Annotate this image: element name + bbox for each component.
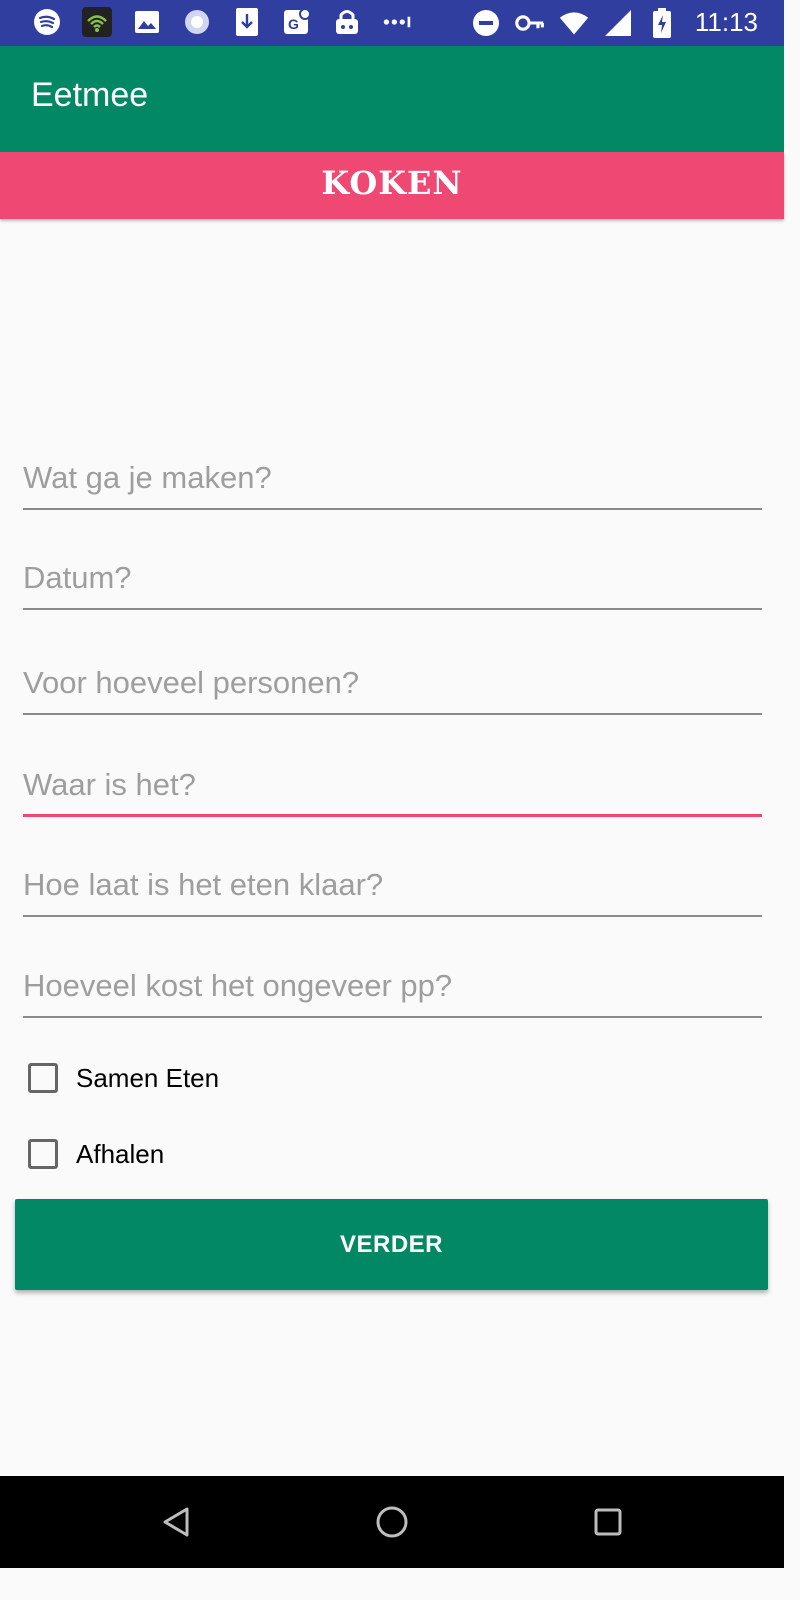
app-title: Eetmee [31,76,149,114]
wifi-app-icon [82,7,112,37]
field-underline-focused [23,814,762,817]
ready-time-field[interactable] [23,857,762,917]
location-input[interactable] [23,757,762,813]
price-input[interactable] [23,958,762,1014]
maps-icon: G [282,7,312,37]
section-banner: KOKEN [0,152,784,219]
location-field[interactable] [23,757,762,817]
date-input[interactable] [23,550,762,606]
svg-text:G: G [288,16,299,32]
status-bar: G 11:13 [0,0,784,46]
afhalen-checkbox[interactable] [28,1139,58,1169]
field-underline [23,1016,762,1018]
banner-title: KOKEN [321,164,463,202]
status-time: 11:13 [694,7,758,37]
date-field[interactable] [23,550,762,610]
afhalen-option[interactable]: Afhalen [28,1134,164,1174]
app-bar: Eetmee [0,46,784,152]
ready-time-input[interactable] [23,857,762,913]
image-icon [132,7,162,37]
spotify-icon [32,7,62,37]
samen-eten-label: Samen Eten [76,1062,220,1093]
navigation-bar [0,1476,784,1568]
dish-field[interactable] [23,450,762,510]
recents-icon[interactable] [586,1500,630,1544]
next-button[interactable]: VERDER [15,1199,768,1290]
system-status-icons: 11:13 [471,7,758,38]
more-dots-icon [382,7,412,37]
key-icon [515,8,545,38]
notification-icons: G [32,7,412,37]
afhalen-label: Afhalen [76,1138,165,1169]
wifi-icon [559,8,589,38]
sync-icon [182,7,212,37]
price-field[interactable] [23,958,762,1018]
signal-icon [603,8,633,38]
samen-eten-checkbox[interactable] [28,1063,58,1093]
field-underline [23,713,762,715]
field-underline [23,915,762,917]
field-underline [23,608,762,610]
home-icon[interactable] [370,1500,414,1544]
persons-input[interactable] [23,655,762,711]
battery-charging-icon [647,7,677,38]
vpn-lock-icon [332,7,362,37]
persons-field[interactable] [23,655,762,715]
dish-input[interactable] [23,450,762,506]
field-underline [23,508,762,510]
do-not-disturb-icon [471,8,501,38]
samen-eten-option[interactable]: Samen Eten [28,1058,219,1098]
download-icon [232,7,262,37]
back-icon[interactable] [154,1500,198,1544]
